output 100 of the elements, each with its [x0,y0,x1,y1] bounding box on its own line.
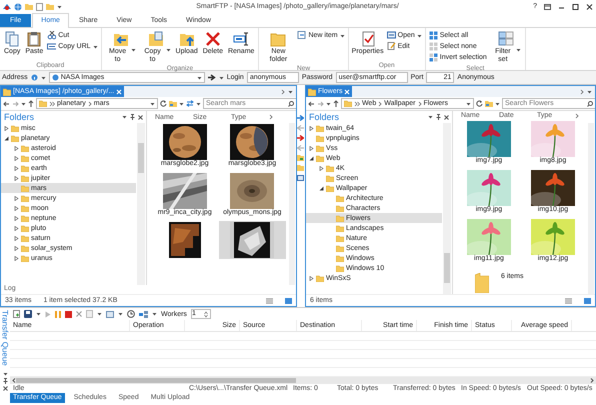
back-icon[interactable] [308,100,315,106]
caret-icon [21,102,26,106]
checklist-icon [360,31,376,47]
clock-icon[interactable] [127,310,135,318]
thumbnail-view-icon[interactable] [285,298,292,304]
folder-icon [474,273,489,293]
folder-icon [344,100,352,107]
scrollbar[interactable] [137,123,145,285]
page-icon[interactable] [36,2,43,10]
folder-up-arrow-icon [178,31,195,47]
pin-icon[interactable] [130,114,135,120]
grid-icon [428,53,438,62]
page-icon [297,31,306,40]
expanded-arrow-icon [4,136,9,140]
folder-icon [270,31,286,47]
separator-icon [88,100,92,106]
view-icon[interactable] [485,100,493,107]
folder-icon [316,274,324,282]
separator-icon [378,100,382,106]
close-icon[interactable] [586,4,593,10]
right-arrow-icon[interactable] [297,135,304,141]
left-arrow-icon[interactable] [297,145,304,151]
caret-icon [218,76,224,80]
scroll-left-icon[interactable] [12,378,16,383]
double-chevron-icon [354,100,360,106]
close-icon[interactable] [138,114,143,120]
caret-icon [196,102,201,106]
stop-icon[interactable] [65,310,72,318]
app-icon[interactable] [3,2,11,10]
caret-icon [326,102,331,106]
network-icon[interactable] [139,310,148,318]
details-view-icon[interactable] [565,298,572,304]
go-arrow-icon[interactable] [208,74,216,81]
ribbon-toggle-icon[interactable] [544,4,551,10]
folder-page-icon [148,31,164,47]
collapsed-arrow-icon [308,126,314,130]
caret-icon [40,76,46,80]
caret-icon [57,4,62,8]
grid-icon [428,31,438,40]
caret-icon [288,90,293,94]
double-chevron-icon [49,100,55,106]
pin-icon[interactable] [436,114,441,120]
remove-icon[interactable] [76,311,82,317]
new-queue-icon[interactable] [13,310,20,318]
close-icon[interactable] [444,114,449,120]
chevron-icon [574,112,579,118]
pause-icon[interactable] [55,310,61,318]
chevron-icon [269,114,273,120]
save-icon[interactable] [24,310,32,318]
folder-icon [39,100,47,107]
collapsed-arrow-icon [308,276,314,280]
up-icon[interactable] [332,100,339,107]
caret-icon [150,102,155,106]
left-arrow-icon[interactable] [297,125,304,131]
caret-icon [495,102,500,106]
pencil-page-icon [386,42,396,51]
collapsed-arrow-icon [4,126,9,130]
info-icon[interactable] [30,74,38,81]
file-item[interactable] [218,221,286,259]
scrollbar[interactable] [588,123,594,294]
caret-icon [179,102,184,106]
caret-icon [196,76,202,80]
caret-icon [118,312,123,316]
thumbnail-view-icon[interactable] [584,298,591,304]
link-icon [47,42,56,51]
scissors-icon [47,31,56,40]
scrollbar[interactable] [442,123,451,294]
list-icon[interactable] [106,310,114,318]
maximize-icon[interactable] [572,4,579,10]
caret-icon [152,312,157,316]
refresh-icon[interactable] [476,100,483,107]
grid-icon [428,42,438,51]
window-icon [386,31,396,40]
scroll-arrows-icon [580,88,584,94]
sync-icon[interactable] [186,100,194,107]
folder-icon[interactable] [297,155,304,161]
globe-icon [52,74,59,81]
scrollbar[interactable] [289,123,295,285]
scrollbar[interactable] [10,377,596,384]
details-view-icon[interactable] [266,298,273,304]
caret-icon [587,90,592,94]
window-icon[interactable] [297,175,304,181]
up-icon[interactable] [28,100,34,107]
close-icon[interactable] [2,386,8,391]
globe-icon[interactable] [14,2,22,10]
scroll-right-icon[interactable] [590,378,594,383]
separator-icon [418,100,422,106]
folder-icon [3,88,11,96]
view-icon[interactable] [169,100,177,107]
folder-arrow-icon [112,31,129,47]
expanded-arrow-icon [318,186,324,190]
expanded-arrow-icon [308,156,314,160]
caret-icon [2,372,8,376]
caret-icon [122,115,127,119]
right-arrow-icon[interactable] [297,115,304,121]
back-icon[interactable] [3,100,10,106]
refresh-icon[interactable] [160,100,167,107]
pin-icon[interactable] [2,378,8,384]
caret-icon [428,115,433,119]
rename-icon [233,31,250,47]
